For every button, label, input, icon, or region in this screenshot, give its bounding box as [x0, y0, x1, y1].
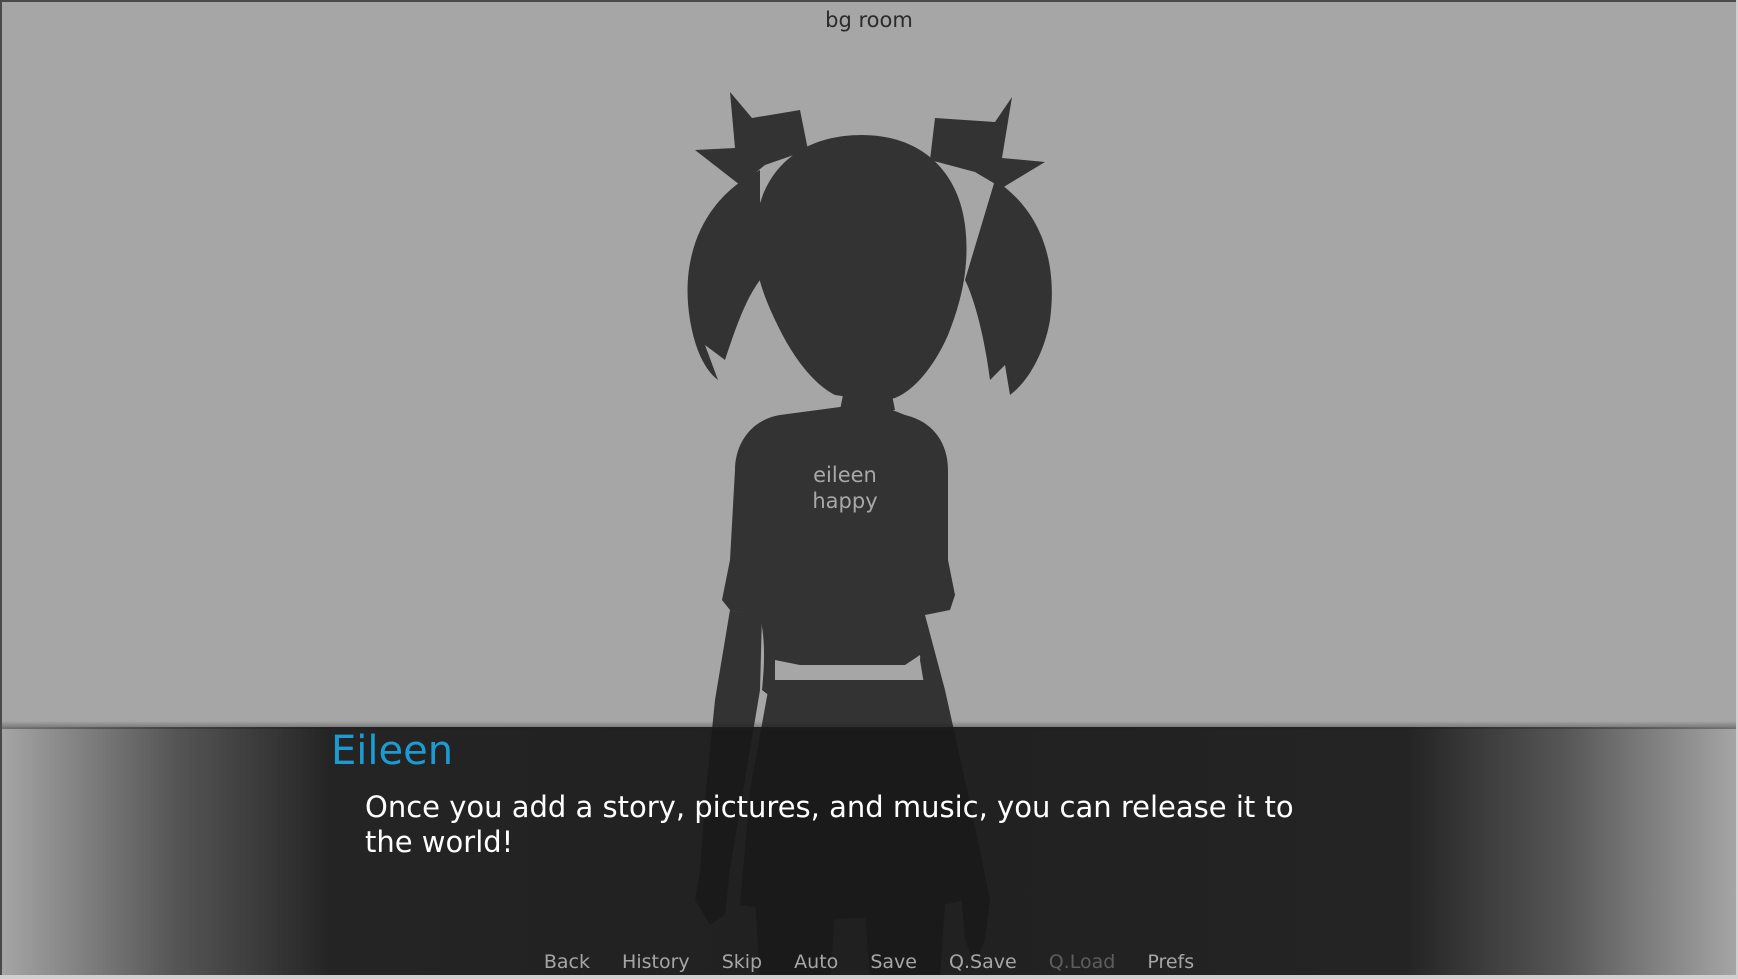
- quick-menu-skip-button[interactable]: Skip: [722, 951, 762, 973]
- sprite-label-line2: happy: [812, 489, 878, 513]
- sprite-placeholder-label: eileen happy: [745, 462, 945, 514]
- sprite-label-line1: eileen: [813, 463, 877, 487]
- dialogue-text: Once you add a story, pictures, and musi…: [365, 790, 1294, 859]
- left-pigtail: [687, 170, 760, 380]
- head: [754, 135, 967, 401]
- quick-menu-prefs-button[interactable]: Prefs: [1147, 951, 1194, 973]
- quick-menu-save-button[interactable]: Save: [870, 951, 917, 973]
- quick-menu-quick-load-button: Q.Load: [1048, 951, 1116, 973]
- window-frame-bottom: [0, 975, 1738, 979]
- quick-menu-quick-save-button[interactable]: Q.Save: [949, 951, 1017, 973]
- speaker-name: Eileen: [331, 728, 454, 774]
- quick-menu: Back History Skip Auto Save Q.Save Q.Loa…: [0, 951, 1738, 973]
- window-frame-left: [0, 0, 2, 979]
- quick-menu-back-button[interactable]: Back: [544, 951, 590, 973]
- game-screen[interactable]: bg room eileen happy Eileen Once you add…: [0, 0, 1738, 979]
- quick-menu-history-button[interactable]: History: [622, 951, 690, 973]
- right-pigtail: [965, 180, 1052, 395]
- right-bow: [930, 97, 1045, 188]
- quick-menu-auto-button[interactable]: Auto: [794, 951, 838, 973]
- window-frame-top: [0, 0, 1738, 2]
